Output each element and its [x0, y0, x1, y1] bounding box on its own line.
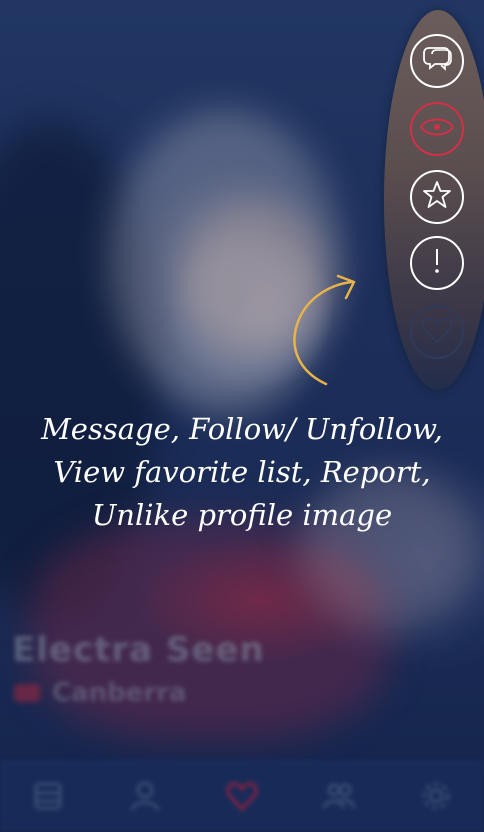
gear-icon[interactable]	[414, 774, 458, 818]
report-button[interactable]	[410, 236, 464, 290]
hint-line-2: View favorite list, Report,	[53, 455, 431, 489]
home-grid-icon[interactable]	[26, 774, 70, 818]
hint-line-3: Unlike profile image	[91, 498, 393, 532]
person-icon[interactable]	[123, 774, 167, 818]
message-button[interactable]	[410, 34, 464, 88]
hint-caption: Message, Follow/ Unfollow, View favorite…	[0, 408, 484, 537]
hint-line-1: Message, Follow/ Unfollow,	[41, 412, 443, 446]
blurred-profile-location: Canberra	[52, 678, 187, 708]
people-icon[interactable]	[317, 774, 361, 818]
blurred-profile-name: Electra Seen	[12, 630, 265, 670]
eye-icon	[419, 115, 455, 143]
blurred-location-flag	[14, 684, 40, 702]
hint-arrow-icon	[293, 274, 356, 386]
follow-unfollow-button[interactable]	[410, 102, 464, 156]
heart-logo-icon[interactable]	[220, 774, 264, 818]
heart-icon	[420, 315, 454, 349]
star-icon	[422, 180, 452, 214]
unlike-profile-image-button[interactable]	[410, 305, 464, 359]
exclamation-icon	[432, 247, 442, 279]
bottom-tab-bar	[0, 760, 484, 832]
chat-bubbles-icon	[420, 42, 454, 80]
favorite-list-button[interactable]	[410, 170, 464, 224]
